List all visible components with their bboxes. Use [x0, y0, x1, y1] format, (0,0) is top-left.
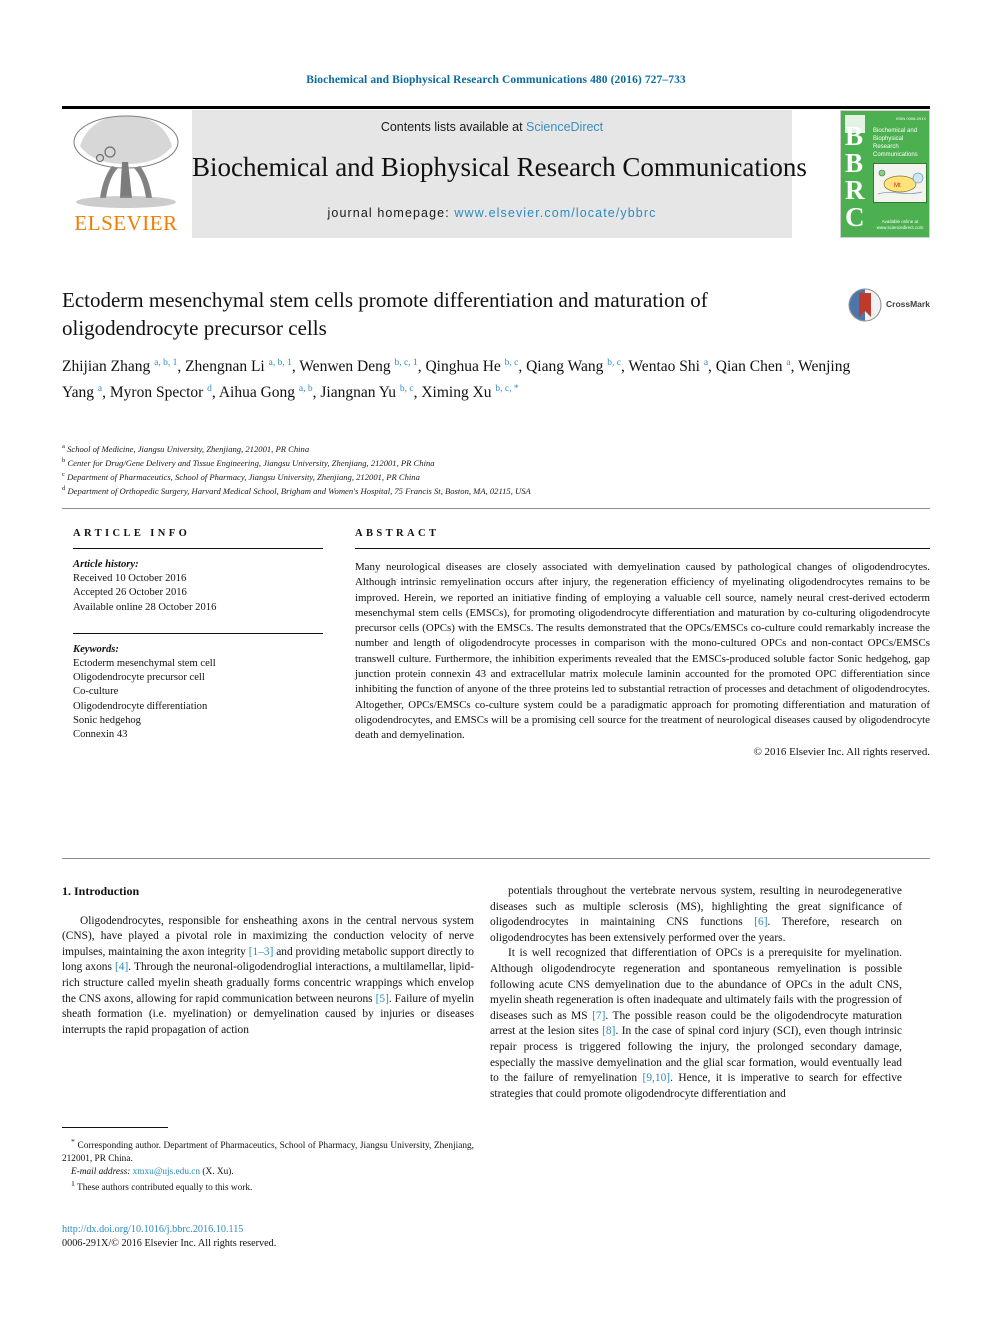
contents-available-line: Contents lists available at ScienceDirec…: [192, 120, 792, 134]
article-history-group: Article history: Received 10 October 201…: [73, 558, 323, 615]
article-history-received: Received 10 October 2016: [73, 573, 187, 585]
info-band-top-rule: [62, 508, 930, 509]
affiliation-text: School of Medicine, Jiangsu University, …: [67, 443, 310, 454]
svg-text:Mt: Mt: [894, 183, 901, 189]
cover-cell-diagram-icon: Mt: [877, 169, 924, 195]
cover-acronym: BBRC: [845, 121, 865, 232]
elsevier-tree-icon: [73, 115, 179, 208]
affiliation-mark: b: [62, 457, 66, 465]
affiliation-text: Center for Drug/Gene Delivery and Tissue…: [67, 457, 435, 468]
article-history-accepted: Accepted 26 October 2016: [73, 587, 187, 599]
affiliation-list: a School of Medicine, Jiangsu University…: [62, 441, 922, 497]
author-list: Zhijian Zhang a, b, 1, Zhengnan Li a, b,…: [62, 358, 851, 402]
cover-illustration: Mt: [873, 163, 927, 203]
cover-journal-title: Biochemical and Biophysical Research Com…: [873, 128, 918, 158]
cover-footer-text: Available online at www.sciencedirect.co…: [876, 219, 924, 230]
running-head: Biochemical and Biophysical Research Com…: [306, 74, 686, 86]
article-page: Biochemical and Biophysical Research Com…: [0, 0, 992, 1323]
article-info-heading: ARTICLE INFO: [73, 528, 191, 539]
keyword-item: Ectoderm mesenchymal stem cell: [73, 658, 216, 670]
intro-paragraph-3: It is well recognized that differentiati…: [490, 947, 903, 1100]
keywords-label: Keywords:: [73, 643, 119, 655]
body-column-right: potentials throughout the vertebrate ner…: [490, 884, 902, 1102]
keyword-item: Oligodendrocyte differentiation: [73, 700, 208, 712]
affiliation-text: Department of Orthopedic Surgery, Harvar…: [67, 486, 531, 497]
journal-homepage-line: journal homepage: www.elsevier.com/locat…: [192, 206, 792, 220]
keyword-item: Sonic hedgehog: [73, 714, 141, 726]
journal-cover-thumbnail: ISSN 0006-291X BBRC Biochemical and Biop…: [840, 110, 930, 238]
abstract-column: ABSTRACT Many neurological diseases are …: [355, 528, 930, 758]
footnote-corresponding-author: * Corresponding author. Department of Ph…: [62, 1137, 474, 1164]
doi-link[interactable]: http://dx.doi.org/10.1016/j.bbrc.2016.10…: [62, 1223, 482, 1237]
keyword-item: Co-culture: [73, 686, 119, 698]
affiliation-item: c Department of Pharmaceutics, School of…: [62, 469, 922, 483]
affiliation-item: d Department of Orthopedic Surgery, Harv…: [62, 483, 922, 497]
intro-paragraph-1: Oligodendrocytes, responsible for enshea…: [62, 914, 475, 1036]
sciencedirect-link[interactable]: ScienceDirect: [526, 120, 603, 134]
affiliation-text: Department of Pharmaceutics, School of P…: [67, 471, 420, 482]
keyword-item: Connexin 43: [73, 729, 128, 741]
crossmark-badge[interactable]: CrossMark: [848, 288, 934, 322]
page-title: Ectoderm mesenchymal stem cells promote …: [62, 288, 708, 340]
journal-homepage-link[interactable]: www.elsevier.com/locate/ybbrc: [454, 206, 656, 220]
abstract-rule: [355, 548, 930, 549]
homepage-prefix: journal homepage:: [327, 206, 455, 220]
abstract-copyright: © 2016 Elsevier Inc. All rights reserved…: [753, 745, 930, 758]
crossmark-icon: [848, 288, 882, 322]
journal-title: Biochemical and Biophysical Research Com…: [192, 152, 807, 182]
body-column-left: 1. Introduction Oligodendrocytes, respon…: [62, 884, 474, 1038]
crossmark-label: CrossMark: [886, 299, 930, 309]
affiliation-mark: a: [62, 443, 65, 450]
article-info-column: ARTICLE INFO Article history: Received 1…: [73, 528, 323, 742]
issn-copyright-line: 0006-291X/© 2016 Elsevier Inc. All right…: [62, 1238, 277, 1249]
section-heading-introduction: 1. Introduction: [62, 884, 140, 898]
intro-paragraph-2: potentials throughout the vertebrate ner…: [490, 885, 902, 944]
journal-header-center: Contents lists available at ScienceDirec…: [192, 110, 807, 238]
keywords-rule: [73, 632, 323, 634]
abstract-heading: ABSTRACT: [355, 528, 440, 539]
keywords-group: Keywords: Ectoderm mesenchymal stem cell…: [73, 643, 323, 742]
journal-header: ELSEVIER Contents lists available at Sci…: [62, 106, 930, 238]
elsevier-logo: ELSEVIER: [62, 110, 190, 238]
affiliation-mark: c: [62, 471, 65, 479]
footnote-equal-contribution: 1 These authors contributed equally to t…: [71, 1179, 253, 1194]
abstract-body: Many neurological diseases are closely a…: [355, 561, 930, 742]
footnote-block: * Corresponding author. Department of Ph…: [62, 1136, 474, 1195]
footnote-rule: [62, 1127, 168, 1129]
elsevier-wordmark: ELSEVIER: [74, 211, 178, 235]
header-top-rule: [62, 106, 930, 109]
info-band-bottom-rule: [62, 858, 930, 859]
keyword-item: Oligodendrocyte precursor cell: [73, 672, 205, 684]
article-history-label: Article history:: [73, 559, 139, 570]
affiliation-item: b Center for Drug/Gene Delivery and Tiss…: [62, 455, 922, 469]
imprint-block: http://dx.doi.org/10.1016/j.bbrc.2016.10…: [62, 1223, 482, 1251]
contents-prefix: Contents lists available at: [380, 120, 527, 134]
affiliation-mark: d: [62, 485, 66, 493]
article-info-rule: [73, 548, 323, 549]
cover-issn: ISSN 0006-291X: [895, 116, 926, 121]
footnote-email: E-mail address: xmxu@ujs.edu.cn (X. Xu).: [71, 1166, 234, 1177]
article-history-online: Available online 28 October 2016: [73, 601, 217, 613]
affiliation-item: a School of Medicine, Jiangsu University…: [62, 441, 922, 455]
